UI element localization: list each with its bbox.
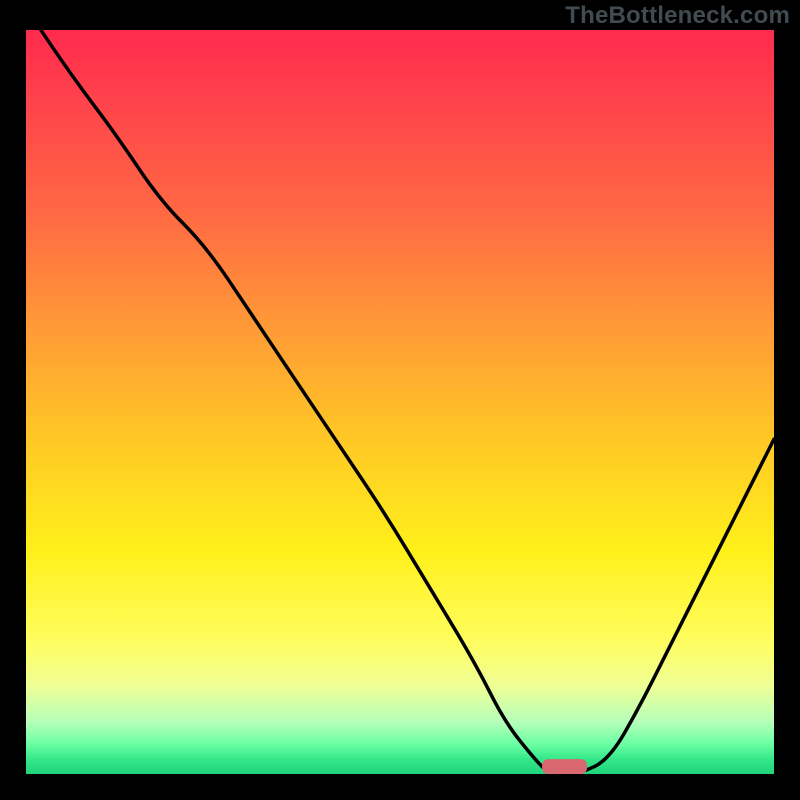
- chart-frame: [0, 0, 800, 800]
- optimal-marker: [542, 759, 587, 774]
- watermark-text: TheBottleneck.com: [565, 2, 790, 30]
- chart-svg: [26, 30, 774, 774]
- bottleneck-curve: [26, 8, 774, 774]
